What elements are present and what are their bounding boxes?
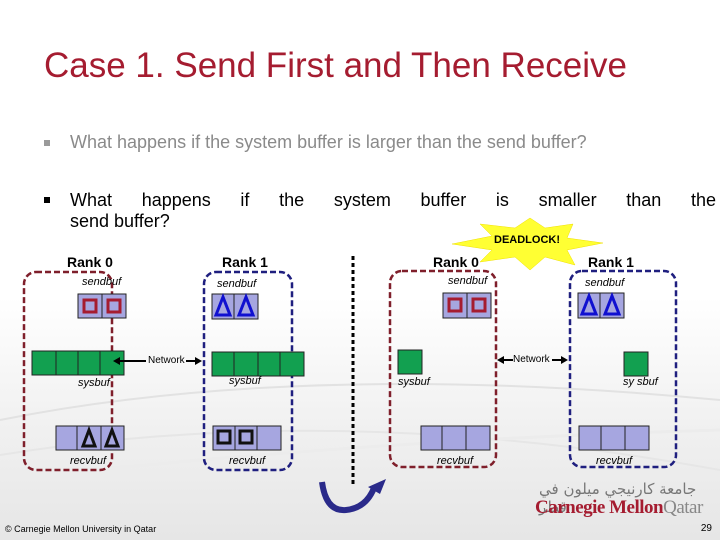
rank1-sysbuf-label: sy sbuf: [623, 376, 658, 388]
rank0-recvbuf-label: recvbuf: [70, 455, 107, 467]
rank0-sysbuf-label: sysbuf: [78, 377, 110, 389]
rank0-sendbuf: [442, 292, 492, 319]
page-number: 29: [700, 523, 712, 534]
rank1-sysbuf: [211, 351, 305, 377]
rank0-sysbuf: [31, 350, 125, 376]
rank1-sendbuf: [577, 291, 625, 319]
rank0-label: Rank 0: [433, 254, 479, 270]
rank0-label: Rank 0: [67, 254, 113, 270]
logo: Carnegie MellonQatar: [535, 497, 703, 519]
logo-main-text: Carnegie Mellon: [535, 497, 664, 518]
logo-suffix-text: Qatar: [663, 497, 703, 518]
rank0-sendbuf: [77, 293, 127, 319]
footer-copyright: © Carnegie Mellon University in Qatar: [5, 524, 157, 534]
rank0-sendbuf-label: sendbuf: [82, 276, 122, 288]
rank1-sysbuf-label: sysbuf: [229, 375, 261, 387]
swap-arrow-icon: [319, 481, 377, 514]
rank1-sysbuf: [623, 351, 649, 377]
rank1-label: Rank 1: [222, 254, 268, 270]
rank1-sendbuf-label: sendbuf: [585, 277, 625, 289]
rank0-recvbuf: [420, 425, 491, 451]
rank1-recvbuf: [212, 425, 282, 451]
rank0-recvbuf-label: recvbuf: [437, 455, 474, 467]
rank0-recvbuf: [55, 425, 125, 451]
network-label: Network: [513, 354, 550, 365]
rank1-recvbuf: [578, 425, 650, 451]
network-label: Network: [148, 355, 185, 366]
deadlock-label: DEADLOCK!: [494, 234, 560, 246]
rank0-sysbuf-label: sysbuf: [398, 376, 430, 388]
rank0-sysbuf: [397, 349, 423, 375]
rank1-sendbuf-label: sendbuf: [217, 278, 257, 290]
rank1-label: Rank 1: [588, 254, 634, 270]
rank0-sendbuf-label: sendbuf: [448, 275, 488, 287]
rank1-recvbuf-label: recvbuf: [596, 455, 633, 467]
rank1-sendbuf: [211, 292, 259, 320]
rank1-recvbuf-label: recvbuf: [229, 455, 266, 467]
